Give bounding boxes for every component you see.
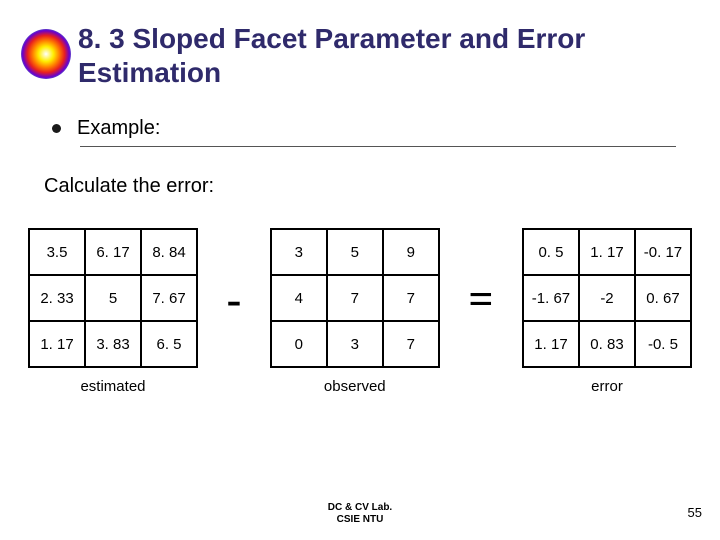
cell: 7: [383, 321, 439, 367]
cell: 3. 83: [85, 321, 141, 367]
cell: 3: [327, 321, 383, 367]
bullet-icon: [52, 124, 61, 133]
cell: 0: [271, 321, 327, 367]
footer-dept: CSIE NTU: [0, 514, 720, 526]
cell: 1. 17: [29, 321, 85, 367]
cell: 6. 5: [141, 321, 197, 367]
title-row: 8. 3 Sloped Facet Parameter and Error Es…: [0, 0, 720, 89]
minus-operator: -: [221, 274, 248, 325]
bullet-row: Example:: [0, 89, 720, 140]
cell: 5: [85, 275, 141, 321]
error-caption: error: [591, 378, 623, 395]
cell: 2. 33: [29, 275, 85, 321]
cell: 0. 67: [635, 275, 691, 321]
cell: 5: [327, 229, 383, 275]
cell: -0. 17: [635, 229, 691, 275]
cell: 9: [383, 229, 439, 275]
observed-table: 3 5 9 4 7 7 0 3 7: [270, 228, 440, 368]
error-table-block: 0. 5 1. 17 -0. 17 -1. 67 -2 0. 67 1. 17 …: [522, 228, 692, 395]
example-label: Example:: [77, 117, 160, 140]
observed-caption: observed: [324, 378, 386, 395]
cell: 6. 17: [85, 229, 141, 275]
cell: 3.5: [29, 229, 85, 275]
estimated-table: 3.5 6. 17 8. 84 2. 33 5 7. 67 1. 17 3. 8…: [28, 228, 198, 368]
footer-lab: DC & CV Lab.: [0, 502, 720, 514]
estimated-table-block: 3.5 6. 17 8. 84 2. 33 5 7. 67 1. 17 3. 8…: [28, 228, 198, 395]
cell: 1. 17: [523, 321, 579, 367]
cell: 8. 84: [141, 229, 197, 275]
table-row: 3 5 9: [271, 229, 439, 275]
table-row: 1. 17 3. 83 6. 5: [29, 321, 197, 367]
cell: -1. 67: [523, 275, 579, 321]
color-blob-icon: [20, 28, 72, 80]
cell: 7. 67: [141, 275, 197, 321]
cell: -0. 5: [635, 321, 691, 367]
cell: 7: [383, 275, 439, 321]
equals-operator: =: [462, 274, 499, 325]
cell: 4: [271, 275, 327, 321]
footer: DC & CV Lab. CSIE NTU: [0, 502, 720, 526]
table-row: 4 7 7: [271, 275, 439, 321]
error-table: 0. 5 1. 17 -0. 17 -1. 67 -2 0. 67 1. 17 …: [522, 228, 692, 368]
page-number: 55: [688, 505, 702, 520]
observed-table-block: 3 5 9 4 7 7 0 3 7 observed: [270, 228, 440, 395]
table-row: -1. 67 -2 0. 67: [523, 275, 691, 321]
table-row: 3.5 6. 17 8. 84: [29, 229, 197, 275]
table-row: 0. 5 1. 17 -0. 17: [523, 229, 691, 275]
tables-row: 3.5 6. 17 8. 84 2. 33 5 7. 67 1. 17 3. 8…: [0, 198, 720, 395]
estimated-caption: estimated: [80, 378, 145, 395]
cell: 0. 5: [523, 229, 579, 275]
table-row: 2. 33 5 7. 67: [29, 275, 197, 321]
section-title: 8. 3 Sloped Facet Parameter and Error Es…: [78, 22, 700, 89]
instruction-text: Calculate the error:: [0, 147, 720, 198]
cell: -2: [579, 275, 635, 321]
cell: 3: [271, 229, 327, 275]
cell: 1. 17: [579, 229, 635, 275]
cell: 0. 83: [579, 321, 635, 367]
table-row: 1. 17 0. 83 -0. 5: [523, 321, 691, 367]
table-row: 0 3 7: [271, 321, 439, 367]
cell: 7: [327, 275, 383, 321]
